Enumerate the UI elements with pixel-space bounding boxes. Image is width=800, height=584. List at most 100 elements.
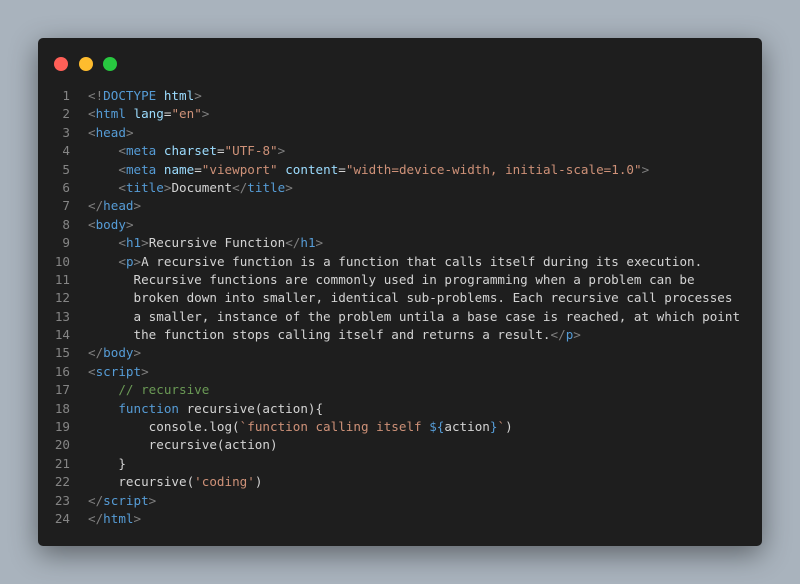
line-number: 15	[54, 345, 70, 361]
line-content: </body>	[88, 344, 141, 362]
code-token: script	[95, 363, 142, 379]
close-button[interactable]	[54, 57, 68, 71]
minimize-button[interactable]	[79, 57, 93, 71]
code-token: console.log(	[88, 419, 240, 435]
line-number: 10	[54, 253, 70, 269]
line-content: <p>A recursive function is a function th…	[88, 253, 702, 271]
code-token: >	[641, 161, 650, 177]
code-token: Document	[171, 179, 233, 195]
code-line: 17 // recursive	[38, 381, 762, 399]
code-token: action	[444, 419, 490, 435]
code-token: <	[118, 143, 126, 159]
line-content: <meta charset="UTF-8">	[88, 142, 285, 160]
line-number: 11	[54, 271, 70, 287]
code-token: script	[103, 492, 149, 508]
code-token: A recursive function is a function that …	[141, 253, 703, 269]
code-token: `function calling itself	[239, 419, 430, 435]
line-content: recursive('coding')	[88, 473, 262, 491]
code-token: </	[88, 198, 104, 214]
code-token: body	[95, 216, 126, 232]
line-number: 20	[54, 437, 70, 453]
code-line: 13 a smaller, instance of the problem un…	[38, 308, 762, 326]
code-token: "UTF-8"	[224, 143, 278, 159]
code-token: a smaller, instance of the problem until…	[88, 308, 741, 324]
code-token: >	[148, 492, 157, 508]
code-token: broken down into smaller, identical sub-…	[88, 290, 733, 306]
line-number: 17	[54, 382, 70, 398]
line-content: <head>	[88, 124, 134, 142]
code-token: )	[505, 419, 513, 435]
line-content: <title>Document</title>	[88, 179, 293, 197]
code-line: 5 <meta name="viewport" content="width=d…	[38, 161, 762, 179]
code-line: 4 <meta charset="UTF-8">	[38, 142, 762, 160]
code-line: 16 <script>	[38, 363, 762, 381]
line-number: 13	[54, 308, 70, 324]
code-token: >	[194, 88, 202, 103]
line-content: </script>	[88, 492, 156, 510]
code-line: 3 <head>	[38, 124, 762, 142]
code-line: 18 function recursive(action){	[38, 400, 762, 418]
code-token: <	[118, 253, 126, 269]
code-window: 1 <!DOCTYPE html> 2 <html lang="en"> 3 <head>…	[38, 38, 762, 546]
code-token: </	[88, 510, 104, 526]
line-content: <!DOCTYPE html>	[88, 87, 202, 105]
code-token: 'coding'	[194, 474, 255, 490]
code-token: html	[163, 88, 195, 103]
code-token: Recursive Function	[148, 235, 286, 251]
code-line: 12 broken down into smaller, identical s…	[38, 289, 762, 307]
code-line: 2 <html lang="en">	[38, 105, 762, 123]
code-token: // recursive	[118, 382, 210, 398]
code-token: title	[247, 179, 286, 195]
code-token: recursive(action)	[88, 437, 278, 453]
code-token: <	[88, 216, 96, 232]
code-token: function	[118, 400, 187, 416]
line-number: 1	[62, 88, 70, 103]
code-token: </	[550, 327, 566, 343]
code-line: 1 <!DOCTYPE html>	[38, 87, 762, 105]
code-line: 20 recursive(action)	[38, 436, 762, 454]
code-token: content	[285, 161, 339, 177]
code-token: >	[141, 363, 149, 379]
code-token: "viewport"	[201, 161, 286, 177]
line-content: <script>	[88, 363, 149, 381]
code-line: 24 </html>	[38, 510, 762, 528]
line-number: 2	[62, 106, 70, 122]
line-number: 22	[54, 474, 70, 490]
line-content: a smaller, instance of the problem until…	[88, 308, 740, 326]
code-token: charset	[163, 143, 217, 159]
code-token: head	[103, 198, 134, 214]
code-token: =	[338, 161, 346, 177]
line-number: 3	[62, 124, 70, 140]
line-number: 7	[62, 198, 70, 214]
code-token: >	[201, 106, 210, 122]
code-token: html	[95, 106, 134, 122]
line-number: 8	[62, 216, 70, 232]
code-token: html	[103, 510, 134, 526]
code-token: h1	[125, 235, 142, 251]
line-number: 9	[62, 235, 70, 251]
code-line: 6 <title>Document</title>	[38, 179, 762, 197]
line-content: <meta name="viewport" content="width=dev…	[88, 161, 649, 179]
code-token: =	[194, 161, 202, 177]
code-token: >	[133, 198, 142, 214]
code-token: )	[254, 474, 263, 490]
code-token: DOCTYPE	[103, 88, 164, 103]
code-token: >	[285, 179, 293, 195]
code-line: 19 console.log(`function calling itself …	[38, 418, 762, 436]
code-token: head	[95, 124, 126, 140]
maximize-button[interactable]	[103, 57, 117, 71]
code-token: body	[103, 345, 134, 361]
code-token: the function stops calling itself and re…	[88, 327, 551, 343]
code-editor[interactable]: 1 <!DOCTYPE html> 2 <html lang="en"> 3 <head>…	[38, 87, 762, 528]
line-number: 18	[54, 400, 70, 416]
code-token: </	[88, 492, 104, 508]
code-token: meta	[125, 161, 164, 177]
line-content: Recursive functions are commonly used in…	[88, 271, 695, 289]
line-content: broken down into smaller, identical sub-…	[88, 289, 732, 307]
code-token: Recursive functions are commonly used in…	[88, 271, 695, 287]
code-token: lang	[133, 106, 164, 122]
code-token: >	[277, 143, 286, 159]
